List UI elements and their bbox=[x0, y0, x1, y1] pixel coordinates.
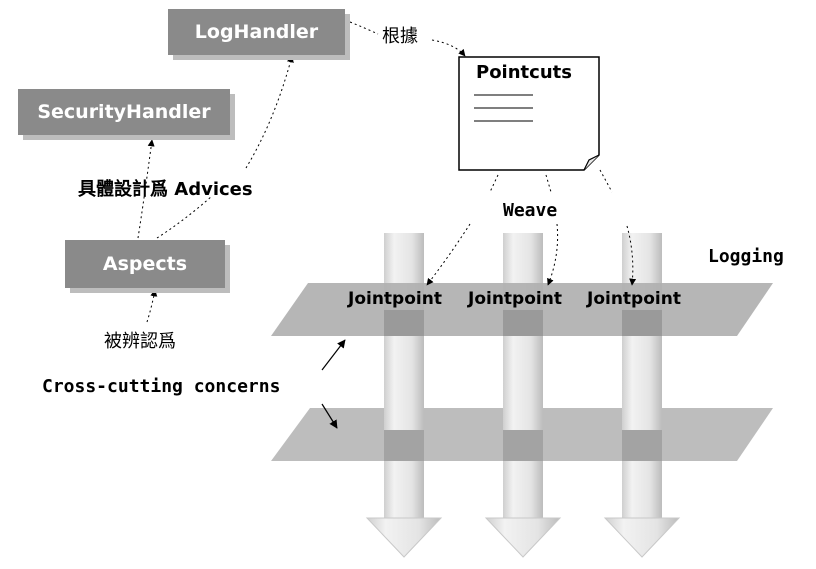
loghandler-box: LogHandler bbox=[168, 9, 345, 55]
column-2 bbox=[484, 233, 562, 558]
arrow-to-aspects bbox=[146, 289, 158, 323]
arrow-aspects-to-advices bbox=[156, 195, 213, 239]
intersection bbox=[622, 310, 662, 336]
weave-to-jointpoint-1 bbox=[426, 223, 471, 286]
arrow-to-logging-plane bbox=[321, 339, 346, 371]
intersection bbox=[384, 310, 424, 336]
jointpoint-label-1: Jointpoint bbox=[348, 289, 442, 309]
column-3 bbox=[603, 233, 681, 558]
jointpoint-label-3: Jointpoint bbox=[587, 289, 681, 309]
intersection bbox=[503, 310, 543, 336]
identified-as-label: 被辨認爲 bbox=[104, 331, 176, 352]
arrow-to-loghandler bbox=[245, 55, 294, 169]
pointcuts-title: Pointcuts bbox=[476, 62, 572, 83]
intersection bbox=[503, 430, 543, 461]
logging-label: Logging bbox=[708, 246, 784, 267]
pointcut-line-3 bbox=[599, 169, 613, 193]
pointcut-line-1 bbox=[489, 174, 499, 193]
aspects-box: Aspects bbox=[65, 240, 225, 288]
designed-as-label: 具體設計爲 Advices bbox=[78, 179, 253, 200]
aop-diagram: LogHandler SecurityHandler Aspects Point… bbox=[0, 0, 816, 569]
arrow-to-pointcuts bbox=[431, 39, 466, 57]
weave-to-jointpoint-2 bbox=[547, 223, 559, 286]
jointpoint-label-2: Jointpoint bbox=[468, 289, 562, 309]
arrow-based-on bbox=[349, 21, 379, 35]
securityhandler-box: SecurityHandler bbox=[18, 89, 230, 135]
weave-label: Weave bbox=[503, 200, 558, 221]
based-on-label: 根據 bbox=[382, 26, 418, 47]
crosscutting-label: Cross-cutting concerns bbox=[42, 376, 281, 397]
intersection bbox=[384, 430, 424, 461]
pointcut-line-2 bbox=[545, 174, 552, 193]
intersection bbox=[622, 430, 662, 461]
